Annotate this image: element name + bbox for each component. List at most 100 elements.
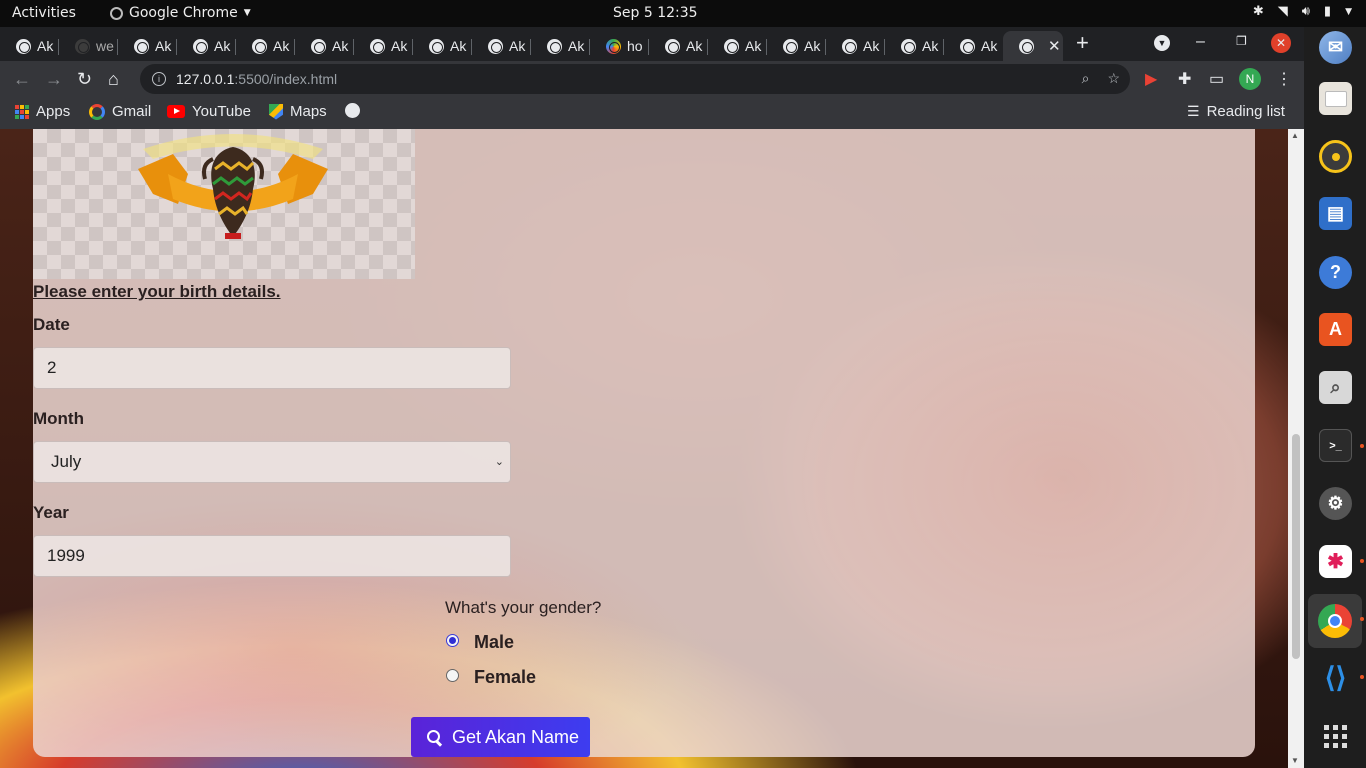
browser-tab[interactable]: Ak: [354, 31, 413, 61]
bookmark-apps[interactable]: Apps: [15, 103, 70, 120]
browser-tab[interactable]: Ak: [236, 31, 295, 61]
browser-tab[interactable]: Ak: [944, 31, 1003, 61]
new-tab-plus-icon[interactable]: +: [1076, 30, 1089, 56]
libreoffice-writer-icon[interactable]: ▤: [1319, 197, 1352, 230]
gender-male-radio[interactable]: [446, 634, 459, 647]
bookmarks-bar: Apps Gmail YouTube Maps ☰ Reading list: [0, 97, 1304, 129]
home-icon[interactable]: ⌂: [108, 69, 119, 90]
url-path: :5500/index.html: [234, 71, 338, 87]
browser-tab[interactable]: ho: [590, 31, 649, 61]
browser-tab[interactable]: Ak: [531, 31, 590, 61]
chevron-down-icon: ⌄: [494, 456, 504, 468]
ubuntu-dock: ✉ ▤ ? A ⌕ >_ ⚙ ✱ ⟨⟩: [1304, 27, 1366, 768]
chrome-icon: [1318, 604, 1352, 638]
gender-female-radio[interactable]: [446, 669, 459, 682]
bookmark-maps[interactable]: Maps: [269, 103, 327, 120]
activities-button[interactable]: Activities: [12, 5, 76, 21]
gender-question: What's your gender?: [445, 598, 602, 617]
tab-search-icon[interactable]: ▼: [1154, 35, 1170, 51]
globe-icon: [134, 38, 149, 54]
extensions-puzzle-icon[interactable]: ✚: [1178, 69, 1191, 89]
settings-gear-icon[interactable]: ⚙: [1319, 487, 1352, 520]
globe-icon: [488, 38, 503, 54]
month-select-value: July: [51, 452, 82, 471]
browser-tab[interactable]: Ak: [708, 31, 767, 61]
files-icon[interactable]: [1319, 82, 1352, 115]
reload-icon[interactable]: ↻: [77, 69, 92, 90]
thunderbird-icon[interactable]: ✉: [1319, 31, 1352, 64]
scroll-down-arrow-icon[interactable]: ▼: [1291, 756, 1299, 765]
terminal-icon[interactable]: >_: [1319, 429, 1352, 462]
minimize-icon[interactable]: –: [1196, 33, 1205, 51]
year-label: Year: [33, 503, 69, 522]
chrome-dock-active[interactable]: [1308, 594, 1362, 648]
app-menu[interactable]: Google Chrome ▼: [110, 5, 251, 21]
help-icon[interactable]: ?: [1319, 256, 1352, 289]
image-viewer-icon[interactable]: ⌕: [1319, 371, 1352, 404]
scrollbar-thumb[interactable]: [1292, 434, 1300, 659]
slack-tray-icon[interactable]: ✱: [1253, 4, 1264, 19]
globe-icon: [960, 38, 975, 54]
globe-icon: [547, 38, 562, 54]
browser-tab[interactable]: Ak: [177, 31, 236, 61]
back-arrow-icon[interactable]: ←: [13, 69, 31, 90]
year-input[interactable]: [33, 535, 511, 577]
browser-tab[interactable]: Ak: [826, 31, 885, 61]
bookmark-youtube[interactable]: YouTube: [167, 103, 251, 120]
browser-tab[interactable]: we: [59, 31, 118, 61]
month-select[interactable]: July ⌄: [33, 441, 511, 483]
gender-male-label[interactable]: Male: [474, 632, 514, 653]
browser-tab[interactable]: Ak: [0, 31, 59, 61]
browser-tab-active[interactable]: ✕: [1003, 31, 1063, 61]
bookmark-globe[interactable]: [345, 103, 360, 118]
globe-icon: [429, 38, 444, 54]
close-tab-icon[interactable]: ✕: [1048, 37, 1061, 55]
globe-icon: [16, 38, 31, 54]
more-menu-icon[interactable]: ⋮: [1276, 69, 1292, 89]
restore-icon[interactable]: ❐: [1236, 34, 1247, 48]
cast-icon[interactable]: ▭: [1209, 69, 1224, 89]
browser-tab[interactable]: Ak: [295, 31, 354, 61]
github-icon: [75, 38, 90, 54]
site-info-icon[interactable]: i: [152, 72, 166, 86]
forward-arrow-icon[interactable]: →: [45, 69, 63, 90]
bookmark-star-icon[interactable]: ☆: [1107, 70, 1120, 87]
slack-icon[interactable]: ✱: [1319, 545, 1352, 578]
running-indicator: [1360, 617, 1364, 621]
date-input[interactable]: [33, 347, 511, 389]
globe-icon: [724, 38, 739, 54]
close-window-icon[interactable]: ✕: [1271, 33, 1291, 53]
zoom-icon[interactable]: ⌕: [1082, 70, 1090, 87]
colorful-site-icon: [606, 38, 621, 54]
clock[interactable]: Sep 5 12:35: [613, 5, 698, 21]
software-center-icon[interactable]: A: [1319, 313, 1352, 346]
profile-avatar[interactable]: N: [1239, 68, 1261, 90]
page-scrollbar[interactable]: ▲ ▼: [1288, 129, 1304, 768]
volume-icon: 🔊︎: [1301, 4, 1310, 19]
scroll-up-arrow-icon[interactable]: ▲: [1291, 131, 1299, 140]
browser-tab[interactable]: Ak: [649, 31, 708, 61]
gender-female-label[interactable]: Female: [474, 667, 536, 688]
address-bar[interactable]: i 127.0.0.1:5500/index.html ⌕ ☆: [140, 64, 1130, 94]
google-g-icon: [89, 103, 105, 120]
globe-icon: [665, 38, 680, 54]
browser-tab[interactable]: Ak: [413, 31, 472, 61]
bookmark-gmail[interactable]: Gmail: [89, 103, 151, 120]
form-card: Please enter your birth details. Date Mo…: [33, 129, 1255, 757]
vscode-icon[interactable]: ⟨⟩: [1319, 661, 1352, 694]
screen-record-extension-icon[interactable]: ▶: [1145, 69, 1157, 89]
tab-strip: Ak we Ak Ak Ak Ak Ak Ak Ak Ak ho Ak Ak A…: [0, 27, 1304, 61]
submit-label: Get Akan Name: [452, 726, 580, 747]
browser-tab[interactable]: Ak: [885, 31, 944, 61]
search-icon: [427, 729, 442, 745]
chevron-down-icon: ▼: [1345, 6, 1352, 17]
browser-tab[interactable]: Ak: [472, 31, 531, 61]
apps-grid-icon: [15, 104, 29, 119]
reading-list-button[interactable]: ☰ Reading list: [1187, 103, 1285, 120]
rhythmbox-icon[interactable]: [1319, 140, 1352, 173]
system-tray[interactable]: ✱ ◥ 🔊︎ ▮ ▼: [1253, 4, 1352, 19]
browser-tab[interactable]: Ak: [767, 31, 826, 61]
show-applications-icon[interactable]: [1319, 720, 1352, 753]
browser-tab[interactable]: Ak: [118, 31, 177, 61]
get-akan-name-button[interactable]: Get Akan Name: [411, 717, 590, 757]
